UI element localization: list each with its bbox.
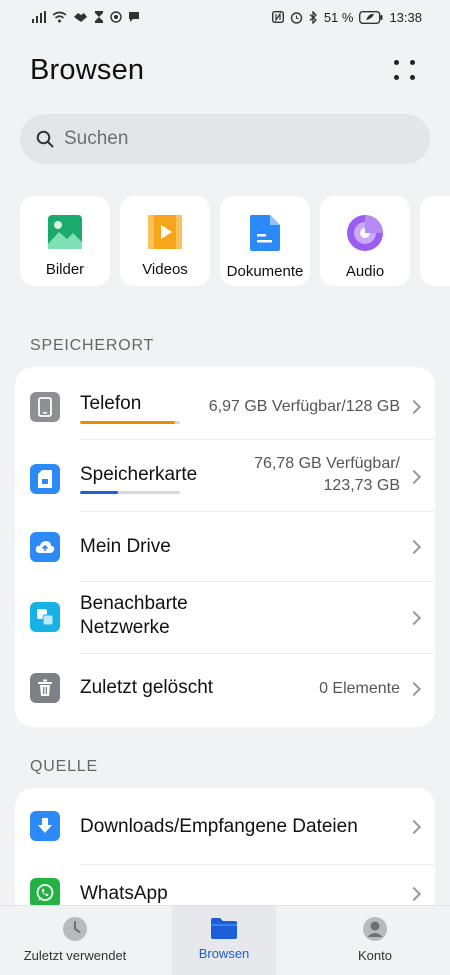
storage-card: Telefon 6,97 GB Verfügbar/128 GB Speiche… <box>15 367 435 727</box>
sdcard-icon <box>30 464 60 494</box>
video-icon <box>148 215 182 249</box>
storage-item-title: Speicherkarte <box>80 464 198 485</box>
storage-meta-line: 76,78 GB Verfügbar/ <box>254 455 400 472</box>
nav-label: Browsen <box>198 946 250 961</box>
storage-item-title: Mein Drive <box>80 536 171 557</box>
folder-icon <box>211 918 237 939</box>
category-label: Bilder <box>45 261 85 278</box>
whatsapp-status-icon <box>110 11 122 23</box>
storage-usage-fill <box>80 421 175 424</box>
category-documents[interactable]: Dokumente <box>220 196 310 286</box>
chat-icon <box>129 12 139 22</box>
category-label: Dokumente <box>226 263 304 280</box>
storage-item-meta: 76,78 GB Verfügbar/ 123,73 GB <box>254 453 400 497</box>
hourglass-icon <box>95 11 103 23</box>
category-label: Videos <box>142 261 188 278</box>
network-icon <box>30 602 60 632</box>
storage-title-line: Benachbarte <box>80 593 188 614</box>
source-item-title: Downloads/Empfangene Dateien <box>80 816 358 837</box>
storage-item-title: Zuletzt gelöscht <box>80 677 214 698</box>
chevron-right-icon <box>406 469 422 485</box>
status-bar: 51 % 13:38 <box>0 0 450 34</box>
cloud-drive-icon <box>30 532 60 562</box>
header: Browsen <box>30 48 420 92</box>
storage-item-drive[interactable]: Mein Drive <box>15 511 435 581</box>
more-dot <box>394 75 399 80</box>
source-item-downloads[interactable]: Downloads/Empfangene Dateien <box>15 788 435 864</box>
battery-percent: 51 % <box>323 9 354 25</box>
search-bar[interactable] <box>20 114 430 164</box>
category-more[interactable] <box>420 196 450 286</box>
alarm-icon <box>290 11 303 24</box>
bluetooth-icon <box>309 10 317 24</box>
chevron-right-icon <box>406 819 422 835</box>
document-icon <box>250 215 280 251</box>
nav-tab-browse[interactable]: Browsen <box>172 906 276 975</box>
phone-icon <box>30 392 60 422</box>
section-label-source: QUELLE <box>30 758 98 775</box>
more-dot <box>410 60 415 65</box>
chevron-right-icon <box>406 539 422 555</box>
whatsapp-icon <box>30 878 60 908</box>
category-audio[interactable]: Audio <box>320 196 410 286</box>
search-input[interactable] <box>64 128 384 150</box>
chevron-right-icon <box>406 886 422 902</box>
status-left <box>32 11 140 23</box>
chevron-right-icon <box>406 399 422 415</box>
chevron-right-icon <box>406 681 422 697</box>
more-options-button[interactable] <box>390 55 420 85</box>
signal-icon <box>32 11 46 23</box>
storage-usage-bar <box>80 421 180 424</box>
nav-tab-recent[interactable]: Zuletzt verwendet <box>0 906 150 975</box>
storage-title-line: Netzwerke <box>80 617 170 638</box>
nfc-icon <box>271 11 284 23</box>
storage-item-title: Benachbarte Netzwerke <box>80 592 188 640</box>
storage-usage-bar <box>80 491 180 494</box>
clock: 13:38 <box>389 9 422 25</box>
download-icon <box>30 811 60 841</box>
storage-item-trash[interactable]: Zuletzt gelöscht 0 Elemente <box>15 653 435 725</box>
storage-item-meta: 6,97 GB Verfügbar/128 GB <box>208 398 400 415</box>
section-label-storage: SPEICHERORT <box>30 337 155 354</box>
nav-label: Zuletzt verwendet <box>23 948 127 963</box>
battery-icon <box>359 10 383 24</box>
search-icon <box>36 130 54 148</box>
wifi-icon <box>52 11 67 23</box>
bottom-navigation: Zuletzt verwendet Browsen Konto <box>0 905 450 975</box>
trash-icon <box>30 673 60 703</box>
category-row: Bilder Videos Dokumente Audio <box>20 196 450 286</box>
storage-meta-line: 123,73 GB <box>323 477 401 494</box>
image-icon <box>48 215 82 249</box>
storage-item-meta: 0 Elemente <box>319 680 400 697</box>
category-videos[interactable]: Videos <box>120 196 210 286</box>
nav-label: Konto <box>358 948 392 963</box>
source-item-title: WhatsApp <box>80 883 168 904</box>
more-dot <box>394 60 399 65</box>
category-images[interactable]: Bilder <box>20 196 110 286</box>
page-title: Browsen <box>30 53 145 86</box>
storage-item-title: Telefon <box>80 393 142 414</box>
status-right: 51 % 13:38 <box>271 9 422 25</box>
account-icon <box>363 917 387 941</box>
storage-item-network[interactable]: Benachbarte Netzwerke <box>15 581 435 653</box>
clock-icon <box>63 917 87 941</box>
handshake-icon <box>74 13 87 22</box>
chevron-right-icon <box>406 610 422 626</box>
storage-item-phone[interactable]: Telefon 6,97 GB Verfügbar/128 GB <box>15 367 435 439</box>
storage-usage-fill <box>80 491 118 494</box>
more-dot <box>410 75 415 80</box>
category-label: Audio <box>345 263 385 280</box>
storage-item-sdcard[interactable]: Speicherkarte 76,78 GB Verfügbar/ 123,73… <box>15 439 435 511</box>
nav-tab-account[interactable]: Konto <box>300 906 450 975</box>
audio-icon <box>347 215 383 251</box>
